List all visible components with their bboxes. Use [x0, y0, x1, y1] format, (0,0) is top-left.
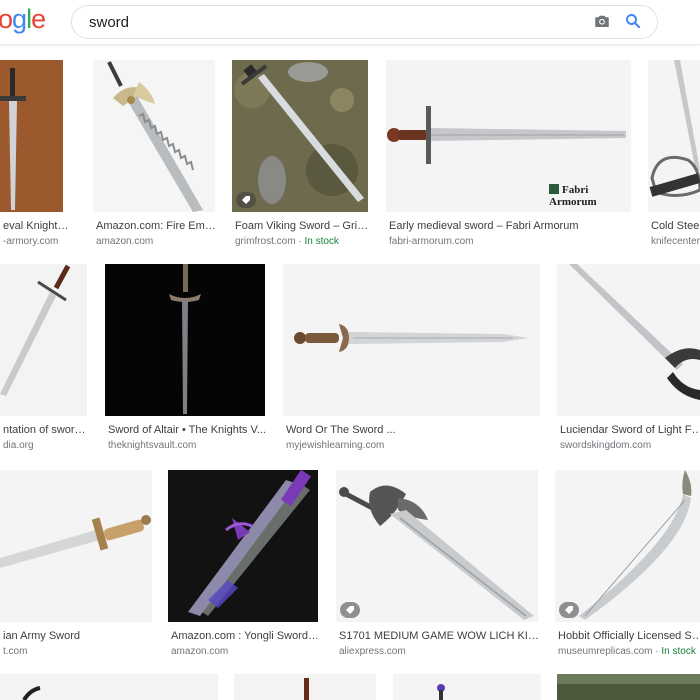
watermark-emblem [549, 184, 559, 194]
result-thumbnail[interactable] [232, 60, 368, 212]
product-tag-icon [236, 192, 256, 208]
product-tag-icon [340, 602, 360, 618]
result-title[interactable]: Early medieval sword – Fabri Armorum [389, 220, 632, 232]
result-thumbnail[interactable] [648, 60, 700, 212]
search-input[interactable] [89, 13, 569, 31]
google-logo[interactable]: ogle [0, 4, 46, 35]
top-bar: ogle [0, 0, 700, 45]
result-source: amazon.com [96, 236, 154, 247]
result-thumbnail[interactable] [557, 674, 700, 700]
result-title[interactable]: Foam Viking Sword – Grim... [235, 220, 369, 232]
result-source: -armory.com [3, 236, 59, 247]
result-title[interactable]: Amazon.com: Fire Emb... [96, 220, 216, 232]
result-title[interactable]: Word Or The Sword ... [286, 424, 541, 436]
result-thumbnail[interactable] [0, 470, 152, 622]
result-title[interactable]: Cold Steel [651, 220, 700, 232]
result-thumbnail[interactable] [0, 60, 63, 212]
stock-badge: In stock [304, 236, 339, 247]
result-source: knifecenter [651, 236, 700, 247]
result-thumbnail[interactable] [555, 470, 700, 622]
result-title[interactable]: S1701 MEDIUM GAME WOW LICH KING ... [339, 630, 539, 642]
result-source: aliexpress.com [339, 646, 406, 657]
result-title[interactable]: Luciendar Sword of Light For S [560, 424, 700, 436]
source-domain: grimfrost.com [235, 236, 296, 247]
logo-letter-o: o [0, 4, 13, 34]
result-thumbnail[interactable] [283, 264, 540, 416]
stock-badge: In stock [661, 646, 696, 657]
result-title[interactable]: eval Knight S... [3, 220, 69, 232]
camera-icon[interactable] [593, 12, 611, 30]
result-thumbnail[interactable] [0, 674, 218, 700]
result-thumbnail[interactable] [234, 674, 376, 700]
product-tag-icon [559, 602, 579, 618]
result-thumbnail[interactable] [557, 264, 700, 416]
watermark: Fabri Armorum [549, 184, 631, 208]
result-title[interactable]: ian Army Sword [3, 630, 153, 642]
result-source: swordskingdom.com [560, 440, 652, 451]
result-title[interactable]: Amazon.com : Yongli Sword ... [171, 630, 319, 642]
result-source: t.com [3, 646, 28, 657]
result-thumbnail[interactable] [336, 470, 538, 622]
result-source: grimfrost.com · In stock [235, 236, 369, 247]
result-title[interactable]: Sword of Altair • The Knights V... [108, 424, 266, 436]
result-title[interactable]: ntation of swords -... [3, 424, 90, 436]
result-thumbnail[interactable] [393, 674, 541, 700]
result-source: museumreplicas.com · In stock [558, 646, 700, 657]
source-domain: museumreplicas.com [558, 646, 653, 657]
result-source: dia.org [3, 440, 34, 451]
logo-letter-e: e [31, 4, 46, 34]
search-box [71, 5, 658, 39]
result-thumbnail[interactable] [0, 264, 87, 416]
result-thumbnail[interactable] [93, 60, 215, 212]
result-thumbnail[interactable]: Fabri Armorum [386, 60, 631, 212]
result-source: fabri-armorum.com [389, 236, 474, 247]
logo-letter-g: g [12, 4, 27, 34]
result-source: myjewishlearning.com [286, 440, 385, 451]
magnifier-icon[interactable] [624, 12, 642, 30]
result-source: theknightsvault.com [108, 440, 197, 451]
result-title[interactable]: Hobbit Officially Licensed Sw... [558, 630, 700, 642]
result-thumbnail[interactable] [168, 470, 318, 622]
result-source: amazon.com [171, 646, 229, 657]
result-thumbnail[interactable] [105, 264, 265, 416]
